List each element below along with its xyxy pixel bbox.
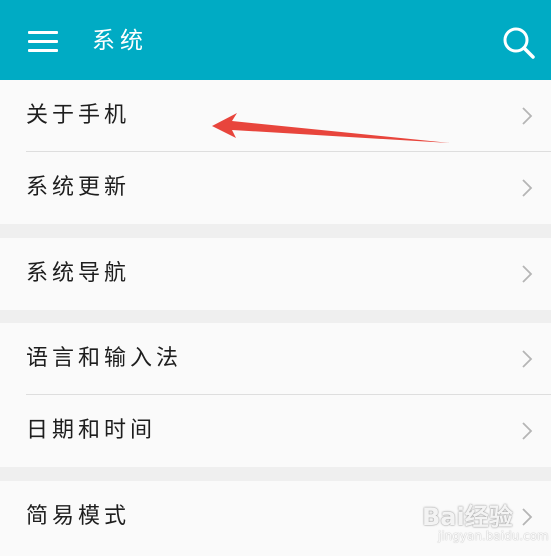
settings-item-system-update[interactable]: 系统更新 — [0, 152, 551, 224]
page-title: 系统 — [92, 28, 148, 54]
watermark-logo: Bai经验 jingyan.baidu.com — [420, 495, 550, 547]
settings-item-label: 日期和时间 — [26, 418, 157, 443]
hamburger-menu-icon[interactable] — [28, 28, 58, 54]
chevron-right-icon — [522, 179, 533, 197]
chevron-right-icon — [522, 350, 533, 368]
settings-item-label: 关于手机 — [26, 103, 131, 128]
chevron-right-icon — [522, 422, 533, 440]
app-header: 系统 — [0, 0, 551, 80]
settings-item-label: 系统更新 — [26, 175, 131, 200]
settings-item-about-phone[interactable]: 关于手机 — [0, 80, 551, 152]
settings-group-device: 关于手机 系统更新 — [0, 80, 551, 224]
chevron-right-icon — [522, 265, 533, 283]
search-icon[interactable] — [502, 26, 536, 60]
settings-item-system-navigation[interactable]: 系统导航 — [0, 238, 551, 310]
settings-item-label: 简易模式 — [26, 504, 131, 529]
settings-group-navigation: 系统导航 — [0, 238, 551, 310]
settings-item-label: 系统导航 — [26, 261, 131, 286]
settings-item-date-time[interactable]: 日期和时间 — [0, 395, 551, 467]
chevron-right-icon — [522, 107, 533, 125]
settings-item-label: 语言和输入法 — [26, 346, 183, 371]
watermark-logo-text: Bai经验 — [422, 503, 513, 531]
settings-group-locale: 语言和输入法 日期和时间 — [0, 323, 551, 467]
watermark-url-text: jingyan.baidu.com — [438, 529, 549, 543]
settings-item-language-input[interactable]: 语言和输入法 — [0, 323, 551, 395]
